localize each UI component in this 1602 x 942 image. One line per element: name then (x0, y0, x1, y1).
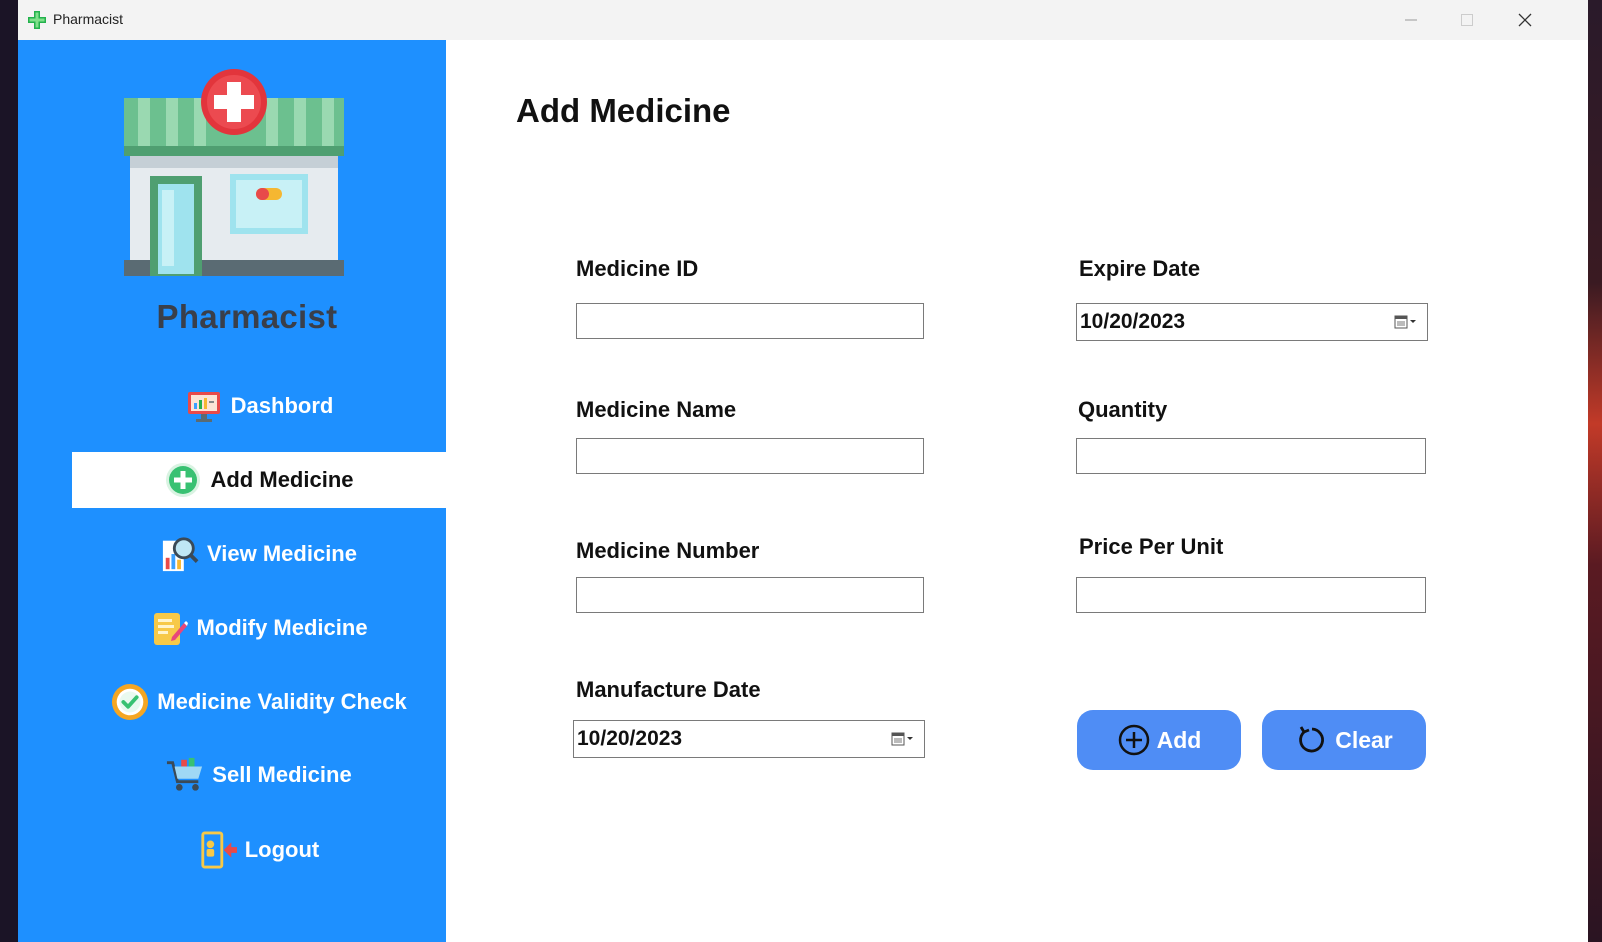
expire-date-label: Expire Date (1079, 256, 1201, 281)
reset-icon (1299, 726, 1325, 753)
sidebar-item-label: Sell Medicine (212, 762, 352, 787)
sidebar-item-add-medicine[interactable]: Add Medicine (72, 452, 446, 508)
add-circle-icon (164, 461, 202, 499)
maximize-button[interactable] (1444, 0, 1490, 40)
check-badge-icon (111, 683, 149, 721)
sidebar-item-medicine-validity-check[interactable]: Medicine Validity Check (72, 674, 446, 730)
sidebar-item-label: Dashbord (230, 393, 334, 418)
quantity-label: Quantity (1078, 397, 1168, 422)
edit-note-icon (150, 609, 189, 647)
expire-date-picker[interactable]: 10/20/2023 (1076, 303, 1428, 341)
sidebar-item-label: Logout (244, 837, 320, 862)
pharmacy-store-logo-icon (124, 69, 344, 276)
sidebar-item-label: View Medicine (207, 541, 357, 566)
sidebar-item-label: Add Medicine (210, 467, 354, 492)
logout-icon (199, 831, 237, 869)
clear-button[interactable]: Clear (1262, 710, 1426, 770)
sidebar-item-sell-medicine[interactable]: Sell Medicine (72, 747, 446, 803)
calendar-dropdown-icon[interactable] (1393, 312, 1421, 332)
sidebar-item-label: Modify Medicine (196, 615, 368, 640)
sidebar-item-modify-medicine[interactable]: Modify Medicine (72, 600, 446, 656)
magnifier-chart-icon (161, 535, 199, 573)
medicine-number-label: Medicine Number (576, 538, 760, 563)
sidebar-item-view-medicine[interactable]: View Medicine (72, 526, 446, 582)
manufacture-date-picker[interactable]: 10/20/2023 (573, 720, 925, 758)
sidebar: Pharmacist Dashbord Add Medicine View Me… (18, 40, 446, 942)
manufacture-date-label: Manufacture Date (576, 677, 761, 702)
clear-button-label: Clear (1335, 726, 1393, 753)
calendar-dropdown-icon[interactable] (890, 729, 918, 749)
app-window: Pharmacist Pharmacist Dashbord Add Medic… (18, 0, 1588, 942)
medicine-id-label: Medicine ID (576, 256, 699, 281)
desktop-background-edge (1588, 0, 1602, 942)
medicine-name-input[interactable] (576, 438, 924, 474)
price-per-unit-input[interactable] (1076, 577, 1426, 613)
shopping-cart-icon (166, 756, 204, 794)
plus-circle-icon (1118, 724, 1149, 756)
price-per-unit-label: Price Per Unit (1079, 534, 1224, 559)
close-icon (1518, 13, 1532, 27)
dashboard-icon (185, 387, 223, 425)
window-title: Pharmacist (53, 11, 124, 27)
medicine-id-input[interactable] (576, 303, 924, 339)
maximize-icon (1461, 14, 1473, 26)
app-cross-icon (28, 11, 46, 29)
add-button-label: Add (1156, 726, 1202, 753)
sidebar-item-dashbord[interactable]: Dashbord (72, 378, 446, 434)
expire-date-value: 10/20/2023 (1080, 310, 1186, 333)
quantity-input[interactable] (1076, 438, 1426, 474)
medicine-number-input[interactable] (576, 577, 924, 613)
close-button[interactable] (1502, 0, 1548, 40)
sidebar-item-label: Medicine Validity Check (157, 689, 407, 714)
manufacture-date-value: 10/20/2023 (577, 727, 683, 750)
minimize-button[interactable] (1388, 0, 1434, 40)
medicine-name-label: Medicine Name (576, 397, 737, 422)
sidebar-item-logout[interactable]: Logout (72, 822, 446, 878)
main-content: Add Medicine Medicine ID Medicine Name M… (446, 40, 1588, 942)
page-title: Add Medicine (516, 92, 731, 129)
brand-name: Pharmacist (156, 298, 338, 335)
minimize-icon (1405, 19, 1417, 21)
add-button[interactable]: Add (1077, 710, 1241, 770)
title-bar: Pharmacist (18, 0, 1588, 41)
